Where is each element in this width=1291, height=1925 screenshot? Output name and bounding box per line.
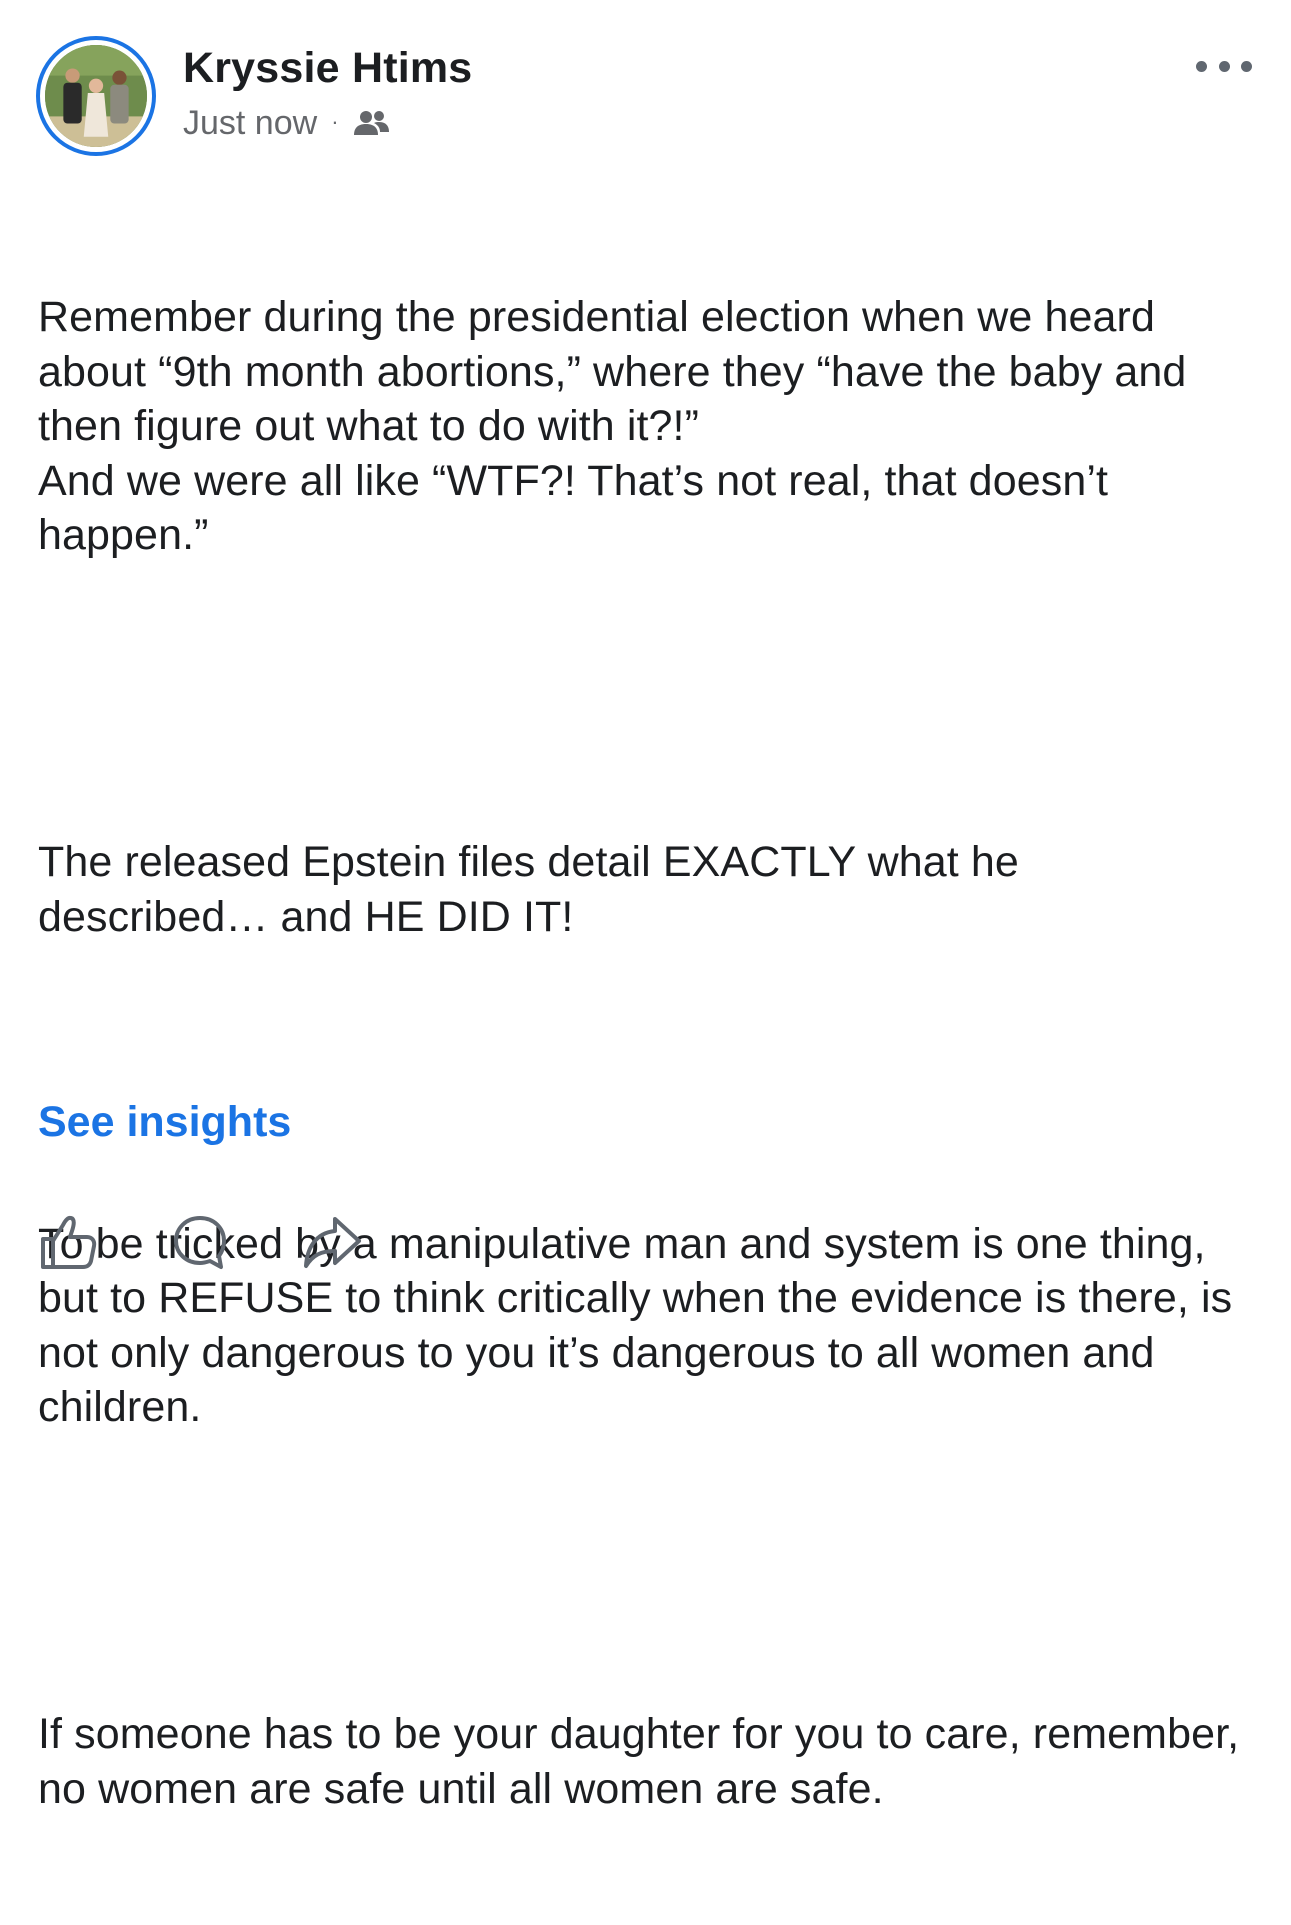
more-dot: [1196, 60, 1207, 72]
post-card: Kryssie Htims Just now · Remember during…: [0, 0, 1291, 1813]
paragraph-spacer: [38, 1544, 1258, 1599]
more-dot: [1218, 60, 1230, 72]
comment-button[interactable]: [168, 1210, 232, 1274]
post-meta: Just now ·: [183, 104, 391, 143]
author-name[interactable]: Kryssie Htims: [183, 44, 472, 93]
post-paragraph: The released Epstein files detail EXACTL…: [38, 838, 1031, 941]
more-dot: [1241, 60, 1252, 72]
post-paragraph: Remember during the presidential electio…: [38, 293, 1187, 559]
thumbs-up-icon: [41, 1215, 97, 1269]
profile-photo: [45, 45, 147, 147]
meta-separator: ·: [331, 108, 339, 134]
friends-icon[interactable]: [353, 108, 391, 140]
like-button[interactable]: [36, 1210, 100, 1274]
paragraph-spacer: [38, 672, 1258, 727]
post-actions: [36, 1210, 432, 1274]
post-paragraph: If someone has to be your daughter for y…: [38, 1710, 1252, 1813]
comment-icon: [174, 1216, 226, 1269]
share-icon: [304, 1217, 361, 1268]
post-text: Remember during the presidential electio…: [38, 181, 1258, 1925]
see-insights-link[interactable]: See insights: [38, 1098, 291, 1147]
more-options-icon[interactable]: [1196, 54, 1252, 78]
post-timestamp[interactable]: Just now: [183, 104, 317, 143]
share-button[interactable]: [300, 1210, 364, 1274]
avatar[interactable]: [36, 36, 156, 156]
